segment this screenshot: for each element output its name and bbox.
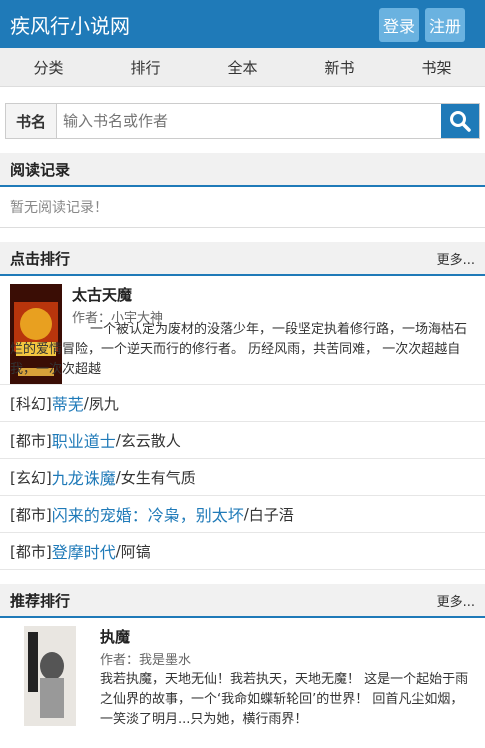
more-link[interactable]: 更多...	[437, 591, 475, 610]
search-icon	[450, 111, 471, 132]
featured-author: 作者：我是墨水	[100, 653, 192, 668]
site-title[interactable]: 疾风行小说网	[10, 10, 130, 39]
featured-title[interactable]: 执魔	[100, 626, 475, 647]
nav-item-category[interactable]: 分类	[33, 57, 63, 78]
login-button[interactable]: 登录	[378, 8, 419, 42]
section-title: 点击排行	[10, 249, 71, 268]
category-tag: [玄幻]	[10, 468, 52, 487]
section-title: 推荐排行	[10, 591, 71, 610]
rank-list-item[interactable]: [玄幻] 九龙诛魔 / 女生有气质	[0, 459, 485, 496]
category-tag: [科幻]	[10, 394, 52, 413]
category-tag: [都市]	[10, 505, 52, 524]
top-buttons: 登录 注册	[378, 8, 465, 42]
featured-description: 一个被认定为废材的没落少年，一段坚定执着修行路，一场海枯石烂的爱情冒险，一个逆天…	[10, 322, 468, 377]
search-button[interactable]	[441, 104, 479, 138]
rank-list-item[interactable]: [都市] 闪来的宠婚：冷枭，别太坏 / 白子浯	[0, 496, 485, 533]
more-link[interactable]: 更多...	[437, 249, 475, 268]
search-input[interactable]	[57, 104, 441, 138]
book-title-link[interactable]: 九龙诛魔	[52, 465, 116, 489]
search-label: 书名	[6, 104, 57, 138]
nav-item-complete[interactable]: 全本	[227, 57, 257, 78]
nav-item-bookshelf[interactable]: 书架	[421, 57, 451, 78]
nav-item-new-books[interactable]: 新书	[324, 57, 354, 78]
register-button[interactable]: 注册	[424, 8, 465, 42]
author-name: 女生有气质	[120, 468, 196, 487]
recommend-rank-header: 推荐排行 更多...	[0, 584, 485, 618]
author-name: 玄云散人	[120, 431, 181, 450]
book-title-link[interactable]: 蒂芜	[52, 391, 84, 415]
author-name: 夙九	[88, 394, 119, 413]
featured-book[interactable]: 执魔 作者：我是墨水 我若执魔，天地无仙！我若执天，天地无魔！ 这是一个起始于雨…	[0, 618, 485, 738]
reading-history-empty: 暂无阅读记录！	[0, 187, 485, 228]
category-tag: [都市]	[10, 431, 52, 450]
featured-title[interactable]: 太古天魔	[72, 284, 475, 305]
featured-book[interactable]: 太古天魔 作者：小宇大神 一个被认定为废材的没落少年，一段坚定执着修行路，一场海…	[0, 276, 485, 384]
top-bar: 疾风行小说网 登录 注册	[0, 0, 485, 48]
rank-list-item[interactable]: [都市] 登摩时代 / 阿镐	[0, 533, 485, 570]
featured-description: 我若执魔，天地无仙！我若执天，天地无魔！ 这是一个起始于雨之仙界的故事，一个‘我…	[100, 672, 469, 727]
main-nav: 分类 排行 全本 新书 书架	[0, 48, 485, 87]
reading-history-header: 阅读记录	[0, 153, 485, 187]
nav-item-ranking[interactable]: 排行	[130, 57, 160, 78]
book-title-link[interactable]: 登摩时代	[52, 539, 116, 563]
section-title: 阅读记录	[10, 160, 71, 179]
book-title-link[interactable]: 职业道士	[52, 428, 116, 452]
book-title-link[interactable]: 闪来的宠婚：冷枭，别太坏	[52, 502, 244, 526]
featured-info: 执魔 作者：我是墨水 我若执魔，天地无仙！我若执天，天地无魔！ 这是一个起始于雨…	[100, 626, 475, 732]
rank-list-item[interactable]: [科幻] 蒂芜 / 夙九	[0, 384, 485, 422]
category-tag: [都市]	[10, 542, 52, 561]
search-bar: 书名	[5, 103, 480, 139]
author-name: 白子浯	[248, 505, 294, 524]
click-rank-header: 点击排行 更多...	[0, 242, 485, 276]
book-cover-image[interactable]	[10, 626, 90, 726]
author-name: 阿镐	[120, 542, 151, 561]
rank-list-item[interactable]: [都市] 职业道士 / 玄云散人	[0, 422, 485, 459]
